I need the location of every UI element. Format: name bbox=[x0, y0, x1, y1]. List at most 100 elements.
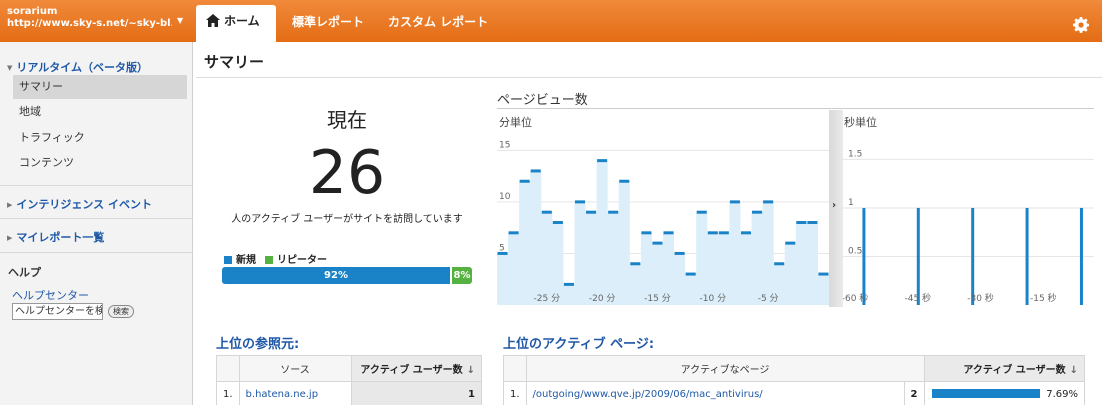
sidebar-realtime-label: リアルタイム（ベータ版） bbox=[16, 61, 149, 74]
sidebar-item-content[interactable]: コンテンツ bbox=[13, 151, 187, 175]
x-tick-label: -30 秒 bbox=[967, 292, 994, 304]
gear-icon[interactable] bbox=[1073, 17, 1089, 33]
per-second-label: 秒単位 bbox=[844, 116, 877, 129]
help-center-link[interactable]: ヘルプセンター bbox=[12, 287, 89, 303]
tab-custom-reports[interactable]: カスタム レポート bbox=[388, 0, 488, 42]
y-tick-label: 15 bbox=[499, 140, 510, 150]
table-header: ソース アクティブ ユーザー数 ↓ bbox=[216, 355, 483, 382]
minute-data-point bbox=[718, 231, 729, 235]
sidebar-item-summary[interactable]: サマリー bbox=[13, 75, 187, 99]
tab-home-label: ホーム bbox=[224, 14, 260, 28]
pageviews-title: ページビュー数 bbox=[497, 93, 588, 108]
referrers-title: 上位の参照元: bbox=[216, 337, 300, 352]
divider bbox=[196, 77, 1102, 78]
minute-data-point bbox=[608, 210, 619, 214]
active-users-description: 人のアクティブ ユーザーがサイトを訪問しています bbox=[231, 214, 463, 225]
y-tick-label: 10 bbox=[499, 192, 511, 202]
divider bbox=[497, 108, 1094, 109]
divider bbox=[0, 218, 193, 219]
sort-down-icon: ↓ bbox=[466, 365, 475, 376]
per-minute-label: 分単位 bbox=[499, 116, 532, 129]
source-column-header[interactable]: ソース bbox=[238, 355, 352, 382]
minute-data-point bbox=[619, 179, 630, 183]
legend-swatch bbox=[224, 256, 232, 264]
minute-data-point bbox=[508, 231, 519, 235]
minute-data-point bbox=[774, 262, 785, 266]
active-pages-title: 上位のアクティブ ページ: bbox=[503, 337, 655, 352]
minute-data-point bbox=[574, 200, 586, 204]
x-tick-label: -5 分 bbox=[758, 293, 779, 304]
new-vs-returning-bar: 92% 8% bbox=[222, 267, 472, 284]
help-search-input[interactable]: ヘルプセンターを検 bbox=[12, 303, 103, 320]
tab-standard-reports[interactable]: 標準レポート bbox=[292, 0, 364, 42]
tab-home[interactable]: ホーム bbox=[196, 5, 276, 42]
page-column-header[interactable]: アクティブなページ bbox=[525, 355, 925, 382]
minute-data-point bbox=[685, 272, 696, 276]
referrer-source-link[interactable]: b.hatena.ne.jp bbox=[238, 381, 352, 405]
rank-header bbox=[216, 355, 240, 382]
x-tick-label: -60 秒 bbox=[842, 292, 869, 304]
minute-data-point bbox=[541, 210, 552, 214]
sidebar-item-traffic[interactable]: トラフィック bbox=[13, 126, 187, 150]
minute-data-point bbox=[707, 231, 718, 235]
chart-toggle[interactable]: › bbox=[829, 110, 843, 307]
home-icon bbox=[206, 14, 220, 27]
legend-new: 新規 bbox=[224, 251, 256, 266]
legend-new-label: 新規 bbox=[236, 255, 256, 266]
minute-data-point bbox=[497, 251, 508, 255]
active-pages-table: アクティブなページ アクティブ ユーザー数 ↓ 1. /outgoing/www.… bbox=[503, 355, 1086, 405]
minute-data-point bbox=[763, 200, 774, 204]
second-bar bbox=[1025, 207, 1029, 305]
now-label: 現在 bbox=[327, 108, 367, 132]
second-bar bbox=[862, 207, 866, 305]
x-tick-label: -10 分 bbox=[700, 293, 727, 304]
rank-header bbox=[503, 355, 527, 382]
users-column-label: アクティブ ユーザー数 bbox=[963, 365, 1066, 376]
minute-data-point bbox=[597, 159, 608, 163]
active-page-pct: 7.69% bbox=[1046, 389, 1078, 400]
returning-users-bar: 8% bbox=[452, 267, 472, 284]
account-url: http://www.sky-s.net/~sky-bl... bbox=[7, 18, 172, 29]
new-users-bar: 92% bbox=[222, 267, 450, 284]
minute-data-point bbox=[563, 282, 574, 286]
second-bar bbox=[1079, 207, 1083, 305]
sidebar-intelligence[interactable]: ▶ インテリジェンス イベント bbox=[7, 196, 152, 212]
table-row: 1. b.hatena.ne.jp 1 bbox=[216, 381, 483, 405]
divider bbox=[0, 252, 193, 253]
x-tick-label: -15 秒 bbox=[1030, 292, 1057, 304]
minute-data-point bbox=[796, 221, 807, 224]
minute-data-point bbox=[674, 251, 685, 255]
active-page-link[interactable]: /outgoing/www.qve.jp/2009/06/mac_antivir… bbox=[525, 381, 905, 405]
triangle-down-icon: ▼ bbox=[7, 64, 13, 72]
active-page-pct-cell: 7.69% bbox=[923, 381, 1086, 405]
row-rank: 1. bbox=[503, 381, 527, 405]
legend-returning: リピーター bbox=[265, 251, 327, 266]
y-tick-label: 1 bbox=[848, 198, 854, 208]
sidebar-my-reports[interactable]: ▶ マイレポート一覧 bbox=[7, 229, 104, 245]
x-tick-label: -25 分 bbox=[534, 293, 561, 304]
sidebar-intelligence-label: インテリジェンス イベント bbox=[16, 198, 152, 211]
account-name: sorarium bbox=[7, 6, 58, 17]
sort-down-icon: ↓ bbox=[1069, 365, 1078, 376]
x-tick-label: -45 秒 bbox=[904, 292, 931, 304]
second-bar bbox=[916, 207, 920, 305]
triangle-right-icon: ▶ bbox=[7, 201, 13, 209]
x-tick-label: -15 分 bbox=[644, 293, 671, 304]
help-search-button[interactable]: 検索 bbox=[108, 305, 134, 318]
users-column-header[interactable]: アクティブ ユーザー数 ↓ bbox=[350, 355, 483, 382]
minute-data-point bbox=[652, 241, 663, 245]
sidebar-realtime[interactable]: ▼ リアルタイム（ベータ版） bbox=[7, 59, 148, 75]
active-users-count: 26 bbox=[308, 138, 386, 208]
minute-data-point bbox=[818, 272, 829, 276]
chevron-down-icon[interactable]: ▼ bbox=[177, 16, 183, 25]
table-row: 1. /outgoing/www.qve.jp/2009/06/mac_anti… bbox=[503, 381, 1086, 405]
account-selector[interactable]: sorarium http://www.sky-s.net/~sky-bl...… bbox=[0, 0, 194, 42]
row-rank: 1. bbox=[216, 381, 240, 405]
divider bbox=[0, 185, 193, 186]
users-column-header[interactable]: アクティブ ユーザー数 ↓ bbox=[923, 355, 1086, 382]
minute-data-point bbox=[785, 241, 796, 245]
sidebar-item-region[interactable]: 地域 bbox=[13, 100, 187, 124]
sidebar: ▼ リアルタイム（ベータ版） サマリー 地域 トラフィック コンテンツ ▶ インテリ… bbox=[0, 42, 193, 405]
sidebar-my-reports-label: マイレポート一覧 bbox=[16, 231, 105, 244]
minute-data-point bbox=[630, 262, 641, 266]
